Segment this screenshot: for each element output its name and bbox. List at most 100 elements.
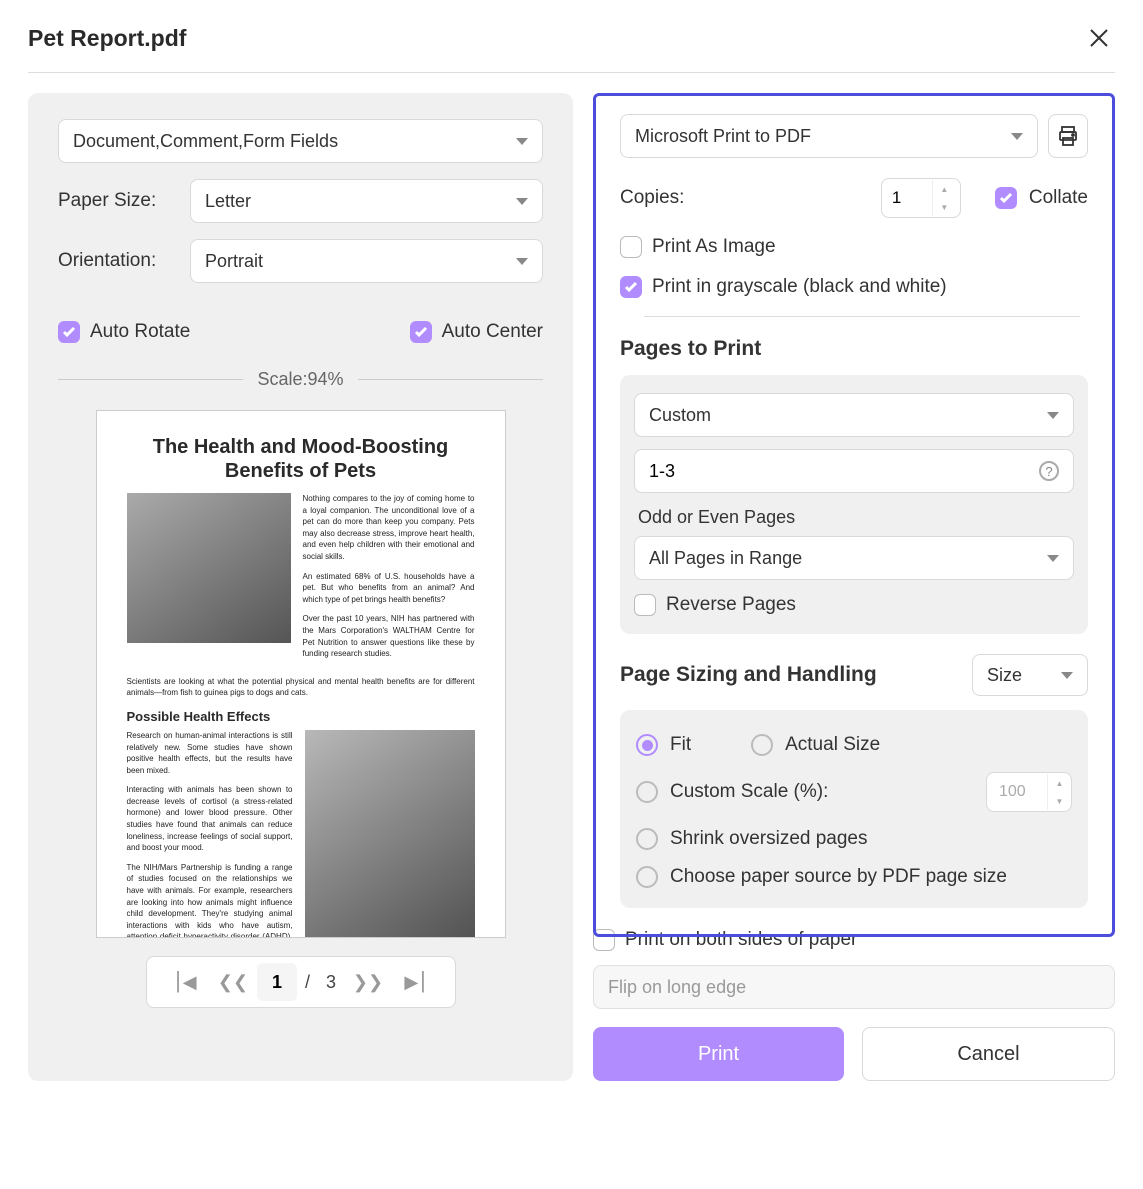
paper-size-select[interactable]: Letter [190,179,543,223]
auto-center-label: Auto Center [442,321,543,343]
shrink-radio[interactable] [636,828,658,850]
last-page-button[interactable]: ▶⎮ [392,958,440,1006]
preview-image-cat [127,493,291,643]
page-range-input-wrapper: ? [634,449,1074,493]
sizing-select[interactable]: Size [972,654,1088,696]
chevron-down-icon [1047,555,1059,562]
preview-title: The Health and Mood-Boosting Benefits of… [127,435,475,483]
flip-value: Flip on long edge [608,977,746,998]
chevron-down-icon [1047,412,1059,419]
pages-mode-select[interactable]: Custom [634,393,1074,437]
collate-checkbox[interactable] [995,187,1017,209]
help-icon[interactable]: ? [1039,461,1059,481]
actual-size-radio[interactable] [751,734,773,756]
flip-select[interactable]: Flip on long edge [593,965,1115,1009]
page-range-input[interactable] [649,461,1039,482]
page-navigator: ⎮◀ ❮❮ / 3 ❯❯ ▶⎮ [146,956,456,1008]
check-icon [999,192,1013,204]
shrink-label: Shrink oversized pages [670,828,868,850]
copies-value[interactable] [882,188,932,208]
divider [644,316,1080,317]
printer-select[interactable]: Microsoft Print to PDF [620,114,1038,158]
content-select[interactable]: Document,Comment,Form Fields [58,119,543,163]
copies-input[interactable]: ▲ ▼ [881,178,961,218]
odd-even-select[interactable]: All Pages in Range [634,536,1074,580]
print-button[interactable]: Print [593,1027,844,1081]
print-as-image-checkbox[interactable] [620,236,642,258]
cancel-button-label: Cancel [957,1043,1019,1066]
orientation-select[interactable]: Portrait [190,239,543,283]
preview-text: Nothing compares to the joy of coming ho… [303,493,475,563]
collate-label: Collate [1029,187,1088,209]
close-icon [1088,27,1110,49]
scale-down-button[interactable]: ▼ [1048,792,1071,810]
auto-rotate-checkbox[interactable] [58,321,80,343]
reverse-pages-label: Reverse Pages [666,594,796,616]
custom-scale-value: 100 [999,783,1026,801]
chevron-down-icon [516,138,528,145]
paper-source-label: Choose paper source by PDF page size [670,866,1007,888]
grayscale-label: Print in grayscale (black and white) [652,276,947,298]
actual-size-label: Actual Size [785,734,880,756]
print-button-label: Print [698,1043,739,1066]
reverse-pages-checkbox[interactable] [634,594,656,616]
odd-even-value: All Pages in Range [649,548,802,569]
divider [358,379,543,380]
preview-text: Scientists are looking at what the poten… [127,676,475,699]
chevron-down-icon [1061,672,1073,679]
check-icon [62,326,76,338]
preview-heading: Possible Health Effects [127,709,475,724]
prev-page-button[interactable]: ❮❮ [209,958,257,1006]
fit-label: Fit [670,734,691,756]
preview-image-dog [305,730,475,938]
preview-text: Interacting with animals has been shown … [127,784,293,854]
paper-source-radio[interactable] [636,866,658,888]
divider [58,379,243,380]
pages-to-print-title: Pages to Print [620,337,1088,361]
odd-even-label: Odd or Even Pages [638,507,1074,528]
chevron-down-icon [1011,133,1023,140]
custom-scale-input[interactable]: 100 ▲ ▼ [986,772,1072,812]
custom-scale-radio[interactable] [636,781,658,803]
orientation-label: Orientation: [58,250,178,272]
highlighted-region: Microsoft Print to PDF Copies: ▲ ▼ [593,93,1115,937]
printer-properties-button[interactable] [1048,114,1088,158]
first-page-button[interactable]: ⎮◀ [161,958,209,1006]
grayscale-checkbox[interactable] [620,276,642,298]
pages-to-print-box: Custom ? Odd or Even Pages All Pages in … [620,375,1088,634]
next-page-button[interactable]: ❯❯ [344,958,392,1006]
page-sizing-box: Fit Actual Size Custom Scale (%): 100 [620,710,1088,908]
chevron-down-icon [516,198,528,205]
scale-label: Scale:94% [257,369,343,390]
content-select-value: Document,Comment,Form Fields [73,131,338,152]
paper-size-label: Paper Size: [58,190,178,212]
page-preview: The Health and Mood-Boosting Benefits of… [96,410,506,938]
fit-radio[interactable] [636,734,658,756]
chevron-down-icon [516,258,528,265]
auto-center-checkbox[interactable] [410,321,432,343]
dialog-title: Pet Report.pdf [28,25,186,52]
preview-text: Over the past 10 years, NIH has partnere… [303,613,475,659]
orientation-value: Portrait [205,251,263,272]
pager-separator: / [297,972,318,993]
cancel-button[interactable]: Cancel [862,1027,1115,1081]
scale-up-button[interactable]: ▲ [1048,774,1071,792]
sizing-value: Size [987,665,1022,686]
preview-text: An estimated 68% of U.S. households have… [303,571,475,606]
close-button[interactable] [1083,22,1115,54]
preview-text: The NIH/Mars Partnership is funding a ra… [127,862,293,938]
check-icon [414,326,428,338]
copies-label: Copies: [620,187,684,209]
print-as-image-label: Print As Image [652,236,776,258]
settings-panel: Microsoft Print to PDF Copies: ▲ ▼ [593,93,1115,1081]
current-page-input[interactable] [257,963,297,1001]
copies-up-button[interactable]: ▲ [933,180,956,198]
preview-text: Research on human-animal interactions is… [127,730,293,776]
auto-rotate-label: Auto Rotate [90,321,190,343]
check-icon [624,281,638,293]
total-pages: 3 [318,972,344,993]
page-sizing-title: Page Sizing and Handling [620,663,877,687]
copies-down-button[interactable]: ▼ [933,198,956,216]
pages-mode-value: Custom [649,405,711,426]
custom-scale-label: Custom Scale (%): [670,781,828,803]
